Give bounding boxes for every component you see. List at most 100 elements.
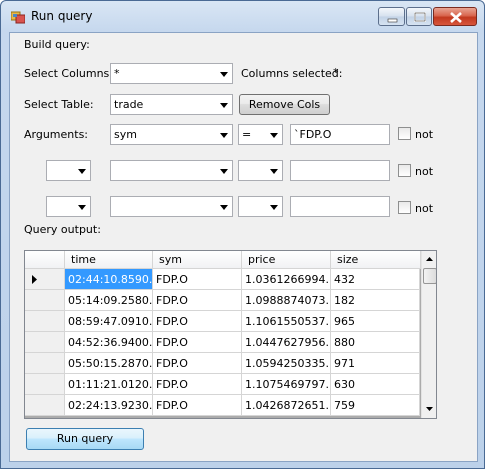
arg3-not-checkbox[interactable] (398, 201, 411, 214)
arg3-not-label: not (415, 202, 434, 215)
chevron-down-icon[interactable] (215, 125, 232, 144)
chevron-down-icon[interactable] (73, 197, 90, 216)
table-cell[interactable]: 02:44:10.8590... (65, 269, 153, 290)
row-pointer-icon (32, 275, 37, 284)
chevron-up-icon (426, 257, 433, 261)
row-header[interactable] (25, 332, 65, 353)
table-cell[interactable]: 1.0988874073... (242, 290, 331, 311)
arg1-not-label: not (415, 128, 434, 141)
chevron-down-icon[interactable] (215, 95, 232, 114)
columns-select-value: * (114, 67, 120, 80)
table-row[interactable]: 05:14:09.2580... FDP.O 1.0988874073... 1… (25, 290, 420, 311)
columns-selected-value: * (333, 66, 339, 79)
table-cell[interactable]: 05:14:09.2580... (65, 290, 153, 311)
column-header-size[interactable]: size (331, 251, 421, 269)
arg1-column-value: sym (114, 128, 137, 141)
select-columns-label: Select Columns: (24, 67, 113, 80)
table-cell[interactable]: 1.0594250335... (242, 353, 331, 374)
scroll-up-button[interactable] (422, 251, 436, 268)
close-button[interactable] (433, 7, 477, 26)
query-output-grid[interactable]: time sym price size 02:44:10.8590... FDP… (24, 250, 437, 419)
arg3-column-select[interactable] (110, 196, 233, 217)
client-area: Build query: Select Columns: * Columns s… (9, 32, 478, 462)
arg3-logic-select[interactable] (46, 196, 91, 217)
scroll-down-button[interactable] (422, 401, 436, 418)
table-row[interactable]: 08:59:47.0910... FDP.O 1.1061550537... 9… (25, 311, 420, 332)
table-cell[interactable]: 1.0426872651... (242, 395, 331, 416)
table-row[interactable]: 02:24:13.9230... FDP.O 1.0426872651... 7… (25, 395, 420, 416)
arg1-column-select[interactable]: sym (110, 124, 233, 145)
row-header[interactable] (25, 353, 65, 374)
table-cell[interactable]: 05:50:15.2870... (65, 353, 153, 374)
table-cell[interactable]: FDP.O (153, 269, 242, 290)
arg1-operator-select[interactable]: = (238, 124, 283, 145)
scroll-thumb[interactable] (423, 268, 436, 284)
columns-select[interactable]: * (110, 63, 233, 84)
arg3-value-input[interactable] (290, 196, 390, 217)
table-cell[interactable]: FDP.O (153, 353, 242, 374)
arg2-operator-select[interactable] (238, 160, 283, 181)
run-query-button[interactable]: Run query (26, 428, 144, 450)
table-cell[interactable]: FDP.O (153, 290, 242, 311)
arg3-operator-select[interactable] (238, 196, 283, 217)
table-cell[interactable]: 971 (331, 353, 420, 374)
table-cell[interactable]: 965 (331, 311, 420, 332)
table-row[interactable]: 02:44:10.8590... FDP.O 1.0361266994... 4… (25, 269, 420, 290)
table-cell[interactable]: 630 (331, 374, 420, 395)
maximize-button[interactable] (406, 7, 432, 26)
row-header-corner (25, 251, 65, 269)
row-header[interactable] (25, 374, 65, 395)
column-header-price[interactable]: price (242, 251, 331, 269)
table-cell[interactable]: 08:59:47.0910... (65, 311, 153, 332)
row-header[interactable] (25, 290, 65, 311)
table-row[interactable]: 05:50:15.2870... FDP.O 1.0594250335... 9… (25, 353, 420, 374)
chevron-down-icon[interactable] (265, 197, 282, 216)
run-query-window: Run query Build query: Select Columns: *… (0, 0, 485, 469)
vertical-scrollbar[interactable] (421, 251, 436, 418)
table-cell[interactable]: 432 (331, 269, 420, 290)
query-output-label: Query output: (24, 223, 101, 236)
column-header-time[interactable]: time (65, 251, 153, 269)
table-cell[interactable]: 1.0447627956... (242, 332, 331, 353)
arg1-not-checkbox[interactable] (398, 127, 411, 140)
chevron-down-icon[interactable] (73, 161, 90, 180)
arg1-value-input[interactable]: `FDP.O (290, 124, 390, 145)
row-header[interactable] (25, 395, 65, 416)
arg2-not-label: not (415, 165, 434, 178)
arg2-value-input[interactable] (290, 160, 390, 181)
table-cell[interactable]: 02:24:13.9230... (65, 395, 153, 416)
remove-cols-button[interactable]: Remove Cols (239, 94, 330, 115)
table-cell[interactable]: FDP.O (153, 395, 242, 416)
columns-selected-label: Columns selected: (241, 67, 343, 80)
table-cell[interactable]: 759 (331, 395, 420, 416)
chevron-down-icon[interactable] (215, 64, 232, 83)
select-table-label: Select Table: (24, 98, 94, 111)
table-select-value: trade (114, 98, 144, 111)
table-cell[interactable]: 880 (331, 332, 420, 353)
database-query-icon (10, 10, 26, 24)
chevron-down-icon[interactable] (265, 125, 282, 144)
table-cell[interactable]: 1.1061550537... (242, 311, 331, 332)
column-header-sym[interactable]: sym (153, 251, 242, 269)
arg2-column-select[interactable] (110, 160, 233, 181)
arg1-operator-value: = (242, 128, 252, 141)
chevron-down-icon[interactable] (215, 161, 232, 180)
arg2-not-checkbox[interactable] (398, 164, 411, 177)
table-select[interactable]: trade (110, 94, 233, 115)
table-cell[interactable]: FDP.O (153, 311, 242, 332)
chevron-down-icon[interactable] (215, 197, 232, 216)
table-cell[interactable]: 1.1075469797... (242, 374, 331, 395)
table-cell[interactable]: FDP.O (153, 374, 242, 395)
table-cell[interactable]: 1.0361266994... (242, 269, 331, 290)
table-cell[interactable]: 182 (331, 290, 420, 311)
minimize-button[interactable] (378, 7, 405, 26)
table-row[interactable]: 04:52:36.9400... FDP.O 1.0447627956... 8… (25, 332, 420, 353)
arg2-logic-select[interactable] (46, 160, 91, 181)
row-header[interactable] (25, 269, 65, 290)
table-cell[interactable]: FDP.O (153, 332, 242, 353)
table-cell[interactable]: 01:11:21.0120... (65, 374, 153, 395)
chevron-down-icon[interactable] (265, 161, 282, 180)
table-row[interactable]: 01:11:21.0120... FDP.O 1.1075469797... 6… (25, 374, 420, 395)
row-header[interactable] (25, 311, 65, 332)
table-cell[interactable]: 04:52:36.9400... (65, 332, 153, 353)
